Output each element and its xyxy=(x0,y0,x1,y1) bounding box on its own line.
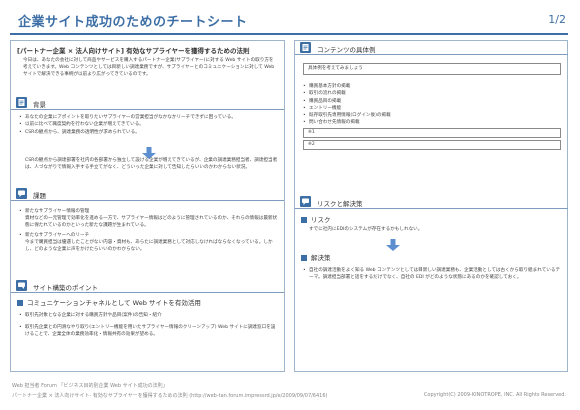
list-item: 問い合わせ先情報の掲載 xyxy=(303,119,563,127)
square-bullet-icon xyxy=(301,254,307,261)
issues-list: 新たなサプライヤー情報の管理 資材などの一元管理で効率化を進める一方で、サプライ… xyxy=(19,209,279,254)
arrow-down-icon xyxy=(386,236,400,251)
issues-label: 課題 xyxy=(33,192,46,200)
risk-subheading: リスク xyxy=(301,214,331,224)
page-title: 企業サイト成功のためのチートシート xyxy=(18,15,248,30)
list-item: 取引の流れの掲載 xyxy=(303,90,563,98)
cheat-sheet-page: 企業サイト成功のためのチートシート 1/2 [パートナー企業 × 法人向けサイト… xyxy=(0,0,580,410)
document-icon xyxy=(16,97,27,108)
points-label: サイト構築のポイント xyxy=(33,284,98,292)
list-item: 取引先対象となる企業に対する購買方針や品目(案件)の告知・紹介 xyxy=(19,313,279,320)
issue-desc: 今まで購買担当は優遇したことがない内容・資材も、あらたに調達業務として対応しなけ… xyxy=(25,240,273,252)
points-subheading: コミュニケーションチャネルとして Web サイトを有効活用 xyxy=(17,297,201,307)
page-number: 1/2 xyxy=(548,13,566,26)
risk-label: リスクと解決策 xyxy=(317,200,363,208)
issue-desc: 資材などの一元管理で効率化を進める一方で、サプライヤー情報はどのように管理されて… xyxy=(25,215,278,228)
footer-source: Web 担当者 Forum 「ビジネス目的別企業 Web サイト成功の法則」 xyxy=(12,383,168,389)
solution-subheading: 解決策 xyxy=(301,252,331,262)
chat-icon xyxy=(300,196,311,207)
risk-title: リスク xyxy=(311,216,331,224)
square-bullet-icon xyxy=(301,216,307,223)
page-header: 企業サイト成功のためのチートシート 1/2 xyxy=(10,5,568,35)
background-result: CSRの観点から調達部署を社内の各部署から独立して設ける企業が増えてきているが、… xyxy=(25,158,278,170)
list-item: あなたの企業にアポイントを取りたいサプライヤーの営業担当がなかなかリーチできずに… xyxy=(19,114,279,122)
list-item: エントリー機能 xyxy=(303,105,563,113)
risk-text: すでに社内にEDIのシステムが存在するかもしれない。 xyxy=(309,227,423,232)
square-bullet-icon xyxy=(17,299,23,306)
background-list: あなたの企業にアポイントを取りたいサプライヤーの営業担当がなかなかリーチできずに… xyxy=(19,114,279,136)
footer-copyright: Copyright(C) 2009-KINOTROPE, INC. All Ri… xyxy=(423,392,566,398)
contents-section-header: コンテンツの具体例 xyxy=(295,41,568,55)
example-box: 具体例を考えてみましょう xyxy=(303,63,561,75)
list-item: 以前に比べて職度契約を行わない企業が増えてきている。 xyxy=(19,121,279,129)
chat-icon xyxy=(16,280,27,291)
points-sub-text: コミュニケーションチャネルとして Web サイトを有効活用 xyxy=(27,299,201,307)
issues-section-header: 課題 xyxy=(11,187,284,201)
risk-section-header: リスクと解決策 xyxy=(295,195,568,209)
points-list: 取引先対象となる企業に対する購買方針や品目(案件)の告知・紹介 取引先企業との円… xyxy=(19,313,279,338)
intro-body: 今日は、あなたの会社に対して商品やサービスを購入するパートナー企業(サプライヤー… xyxy=(23,58,275,77)
note-row: ※2 xyxy=(303,140,561,150)
contents-list: 購買基本方針の掲載 取引の流れの掲載 購買品目の掲載 エントリー機能 既存取引先… xyxy=(303,83,563,127)
solution-title: 解決策 xyxy=(311,254,331,262)
list-item: 新たなサプライヤーへのリーチ 今まで購買担当は優遇したことがない内容・資材も、あ… xyxy=(19,233,279,253)
footer-url: パートナー企業 × 法人向けサイト- 有効なサプライヤーを獲得するための法則 (… xyxy=(12,393,328,399)
list-item: 購買基本方針の掲載 xyxy=(303,83,563,91)
points-section-header: サイト構築のポイント xyxy=(11,279,284,293)
right-column: コンテンツの具体例 具体例を考えてみましょう 購買基本方針の掲載 取引の流れの掲… xyxy=(294,40,568,372)
list-item: 新たなサプライヤー情報の管理 資材などの一元管理で効率化を進める一方で、サプライ… xyxy=(19,209,279,229)
list-item: 購買品目の掲載 xyxy=(303,98,563,106)
list-item: 取引先企業との円滑なやり取り(エントリー機能を用いたサプライヤー情報のクリーンア… xyxy=(19,325,279,339)
contents-label: コンテンツの具体例 xyxy=(317,46,376,54)
arrow-down-icon xyxy=(142,144,156,159)
solution-list: 自社の調達活動をよく知る Web コンテンツとしては目新しい調達業務も、企業活動… xyxy=(303,268,563,282)
list-item: 自社の調達活動をよく知る Web コンテンツとしては目新しい調達業務も、企業活動… xyxy=(303,268,563,282)
background-label: 背景 xyxy=(33,101,46,109)
left-column: [パートナー企業 × 法人向けサイト] 有効なサプライヤーを獲得するための法則 … xyxy=(10,40,285,372)
note-row: ※1 xyxy=(303,128,561,138)
issue-title: 新たなサプライヤー情報の管理 xyxy=(25,209,90,214)
document-icon xyxy=(300,42,311,53)
speech-bubble-icon xyxy=(16,188,27,199)
list-item: 既存取引先専用情報(ログイン後)の掲載 xyxy=(303,112,563,120)
background-section-header: 背景 xyxy=(11,96,284,110)
list-item: CSRの観点から、調達業務の透明性が求められている。 xyxy=(19,129,279,137)
intro-title: [パートナー企業 × 法人向けサイト] 有効なサプライヤーを獲得するための法則 xyxy=(17,47,250,55)
